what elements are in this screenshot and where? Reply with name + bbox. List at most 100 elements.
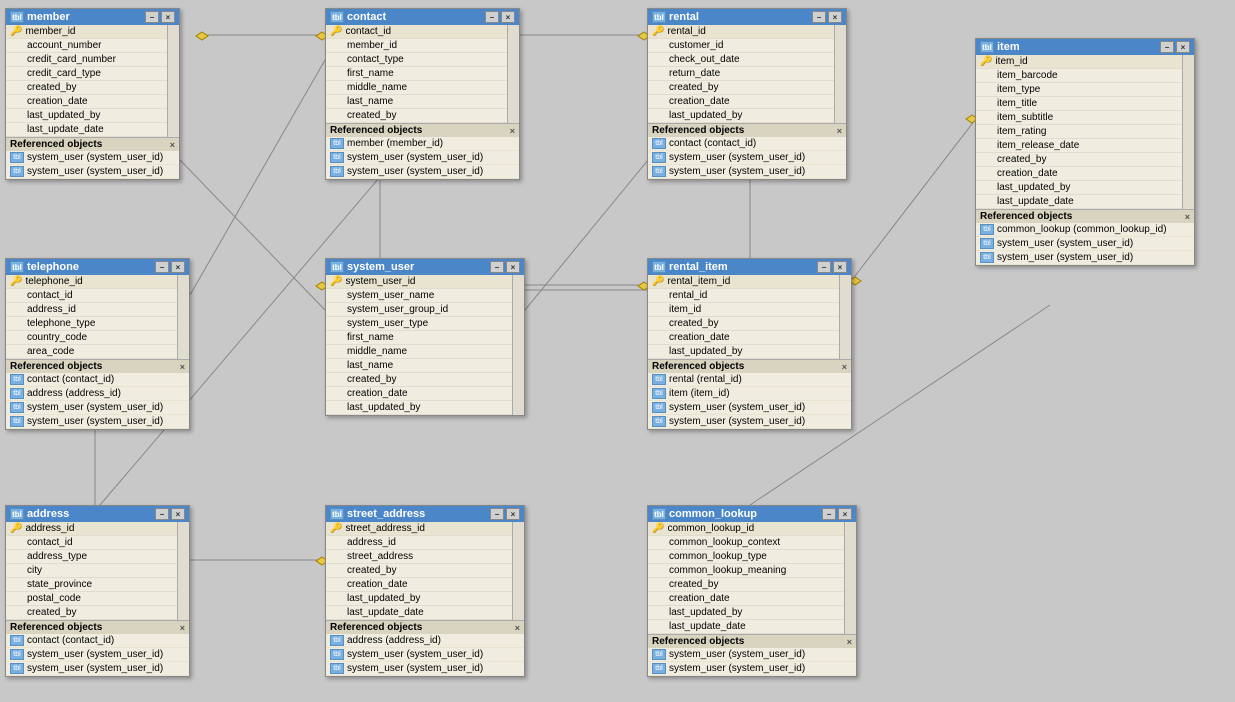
table-title-member: member <box>27 11 70 23</box>
scrollbar-member[interactable] <box>167 25 179 137</box>
column-name: created_by <box>347 565 508 576</box>
column-list-system_user: 🔑system_user_idsystem_user_namesystem_us… <box>326 275 512 415</box>
column-name: creation_date <box>669 332 835 343</box>
table-common_lookup: tblcommon_lookup−×🔑common_lookup_idcommo… <box>647 505 857 677</box>
pk-icon: 🔑 <box>330 523 342 534</box>
close-btn-telephone[interactable]: × <box>171 261 185 273</box>
ref-close-rental[interactable]: × <box>837 126 842 136</box>
ref-close-member[interactable]: × <box>170 140 175 150</box>
ref-item-label: system_user (system_user_id) <box>27 663 163 674</box>
close-btn-street_address[interactable]: × <box>506 508 520 520</box>
minimize-btn-item[interactable]: − <box>1160 41 1174 53</box>
column-name: first_name <box>347 68 503 79</box>
column-name: address_type <box>27 551 173 562</box>
table-column-row: last_updated_by <box>326 592 512 606</box>
column-name: common_lookup_context <box>669 537 840 548</box>
column-name: creation_date <box>347 579 508 590</box>
scrollbar-item[interactable] <box>1182 55 1194 209</box>
minimize-btn-rental[interactable]: − <box>812 11 826 23</box>
table-column-row: system_user_name <box>326 289 512 303</box>
minimize-btn-system_user[interactable]: − <box>490 261 504 273</box>
ref-close-address[interactable]: × <box>180 623 185 633</box>
minimize-btn-telephone[interactable]: − <box>155 261 169 273</box>
titlebar-rental_item[interactable]: tblrental_item−× <box>648 259 851 275</box>
ref-item: tblcontact (contact_id) <box>6 373 189 387</box>
close-btn-system_user[interactable]: × <box>506 261 520 273</box>
table-column-row: created_by <box>648 317 839 331</box>
close-btn-common_lookup[interactable]: × <box>838 508 852 520</box>
ref-close-rental_item[interactable]: × <box>842 362 847 372</box>
minimize-btn-common_lookup[interactable]: − <box>822 508 836 520</box>
column-name: telephone_type <box>27 318 173 329</box>
column-name: account_number <box>27 40 163 51</box>
minimize-btn-contact[interactable]: − <box>485 11 499 23</box>
scrollbar-common_lookup[interactable] <box>844 522 856 634</box>
table-icon-contact: tbl <box>330 11 344 23</box>
table-column-row: first_name <box>326 331 512 345</box>
scrollbar-rental_item[interactable] <box>839 275 851 359</box>
table-column-row: 🔑street_address_id <box>326 522 512 536</box>
ref-title-rental: Referenced objects <box>652 125 744 136</box>
ref-close-telephone[interactable]: × <box>180 362 185 372</box>
titlebar-address[interactable]: tbladdress−× <box>6 506 189 522</box>
ref-item-label: system_user (system_user_id) <box>669 649 805 660</box>
titlebar-system_user[interactable]: tblsystem_user−× <box>326 259 524 275</box>
table-column-row: item_release_date <box>976 139 1182 153</box>
pk-icon: 🔑 <box>10 276 22 287</box>
close-btn-contact[interactable]: × <box>501 11 515 23</box>
scrollbar-rental[interactable] <box>834 25 846 123</box>
ref-item: tblitem (item_id) <box>648 387 851 401</box>
table-column-row: item_subtitle <box>976 111 1182 125</box>
scrollbar-telephone[interactable] <box>177 275 189 359</box>
minimize-btn-member[interactable]: − <box>145 11 159 23</box>
titlebar-telephone[interactable]: tbltelephone−× <box>6 259 189 275</box>
ref-close-contact[interactable]: × <box>510 126 515 136</box>
table-column-row: created_by <box>6 606 177 620</box>
titlebar-rental[interactable]: tblrental −× <box>648 9 846 25</box>
close-btn-rental_item[interactable]: × <box>833 261 847 273</box>
titlebar-street_address[interactable]: tblstreet_address−× <box>326 506 524 522</box>
ref-close-common_lookup[interactable]: × <box>847 637 852 647</box>
ref-item-label: member (member_id) <box>347 138 443 149</box>
column-name: system_user_type <box>347 318 508 329</box>
ref-title-member: Referenced objects <box>10 139 102 150</box>
scrollbar-contact[interactable] <box>507 25 519 123</box>
scrollbar-street_address[interactable] <box>512 522 524 620</box>
titlebar-member[interactable]: tblmember−× <box>6 9 179 25</box>
close-btn-rental[interactable]: × <box>828 11 842 23</box>
column-list-telephone: 🔑telephone_idcontact_idaddress_idtelepho… <box>6 275 177 359</box>
scrollbar-address[interactable] <box>177 522 189 620</box>
column-list-member: 🔑member_idaccount_numbercredit_card_numb… <box>6 25 167 137</box>
column-name: first_name <box>347 332 508 343</box>
minimize-btn-rental_item[interactable]: − <box>817 261 831 273</box>
titlebar-common_lookup[interactable]: tblcommon_lookup−× <box>648 506 856 522</box>
ref-item-icon: tbl <box>10 663 24 674</box>
ref-title-item: Referenced objects <box>980 211 1072 222</box>
close-btn-item[interactable]: × <box>1176 41 1190 53</box>
table-column-row: telephone_type <box>6 317 177 331</box>
table-title-rental: rental <box>669 11 699 23</box>
minimize-btn-street_address[interactable]: − <box>490 508 504 520</box>
minimize-btn-address[interactable]: − <box>155 508 169 520</box>
column-name: telephone_id <box>25 276 173 287</box>
ref-item: tblsystem_user (system_user_id) <box>648 648 856 662</box>
close-btn-member[interactable]: × <box>161 11 175 23</box>
ref-item: tblcommon_lookup (common_lookup_id) <box>976 223 1194 237</box>
titlebar-item[interactable]: tblitem−× <box>976 39 1194 55</box>
close-btn-address[interactable]: × <box>171 508 185 520</box>
table-column-row: postal_code <box>6 592 177 606</box>
scrollbar-system_user[interactable] <box>512 275 524 415</box>
column-name: state_province <box>27 579 173 590</box>
table-icon-street_address: tbl <box>330 508 344 520</box>
table-column-row: item_id <box>648 303 839 317</box>
table-icon-rental: tbl <box>652 11 666 23</box>
ref-item-label: system_user (system_user_id) <box>347 166 483 177</box>
table-column-row: 🔑common_lookup_id <box>648 522 844 536</box>
table-column-row: last_update_date <box>976 195 1182 209</box>
titlebar-contact[interactable]: tblcontact−× <box>326 9 519 25</box>
table-rental_item: tblrental_item−×🔑rental_item_idrental_id… <box>647 258 852 430</box>
ref-close-item[interactable]: × <box>1185 212 1190 222</box>
ref-title-common_lookup: Referenced objects <box>652 636 744 647</box>
ref-close-street_address[interactable]: × <box>515 623 520 633</box>
ref-item-icon: tbl <box>652 388 666 399</box>
